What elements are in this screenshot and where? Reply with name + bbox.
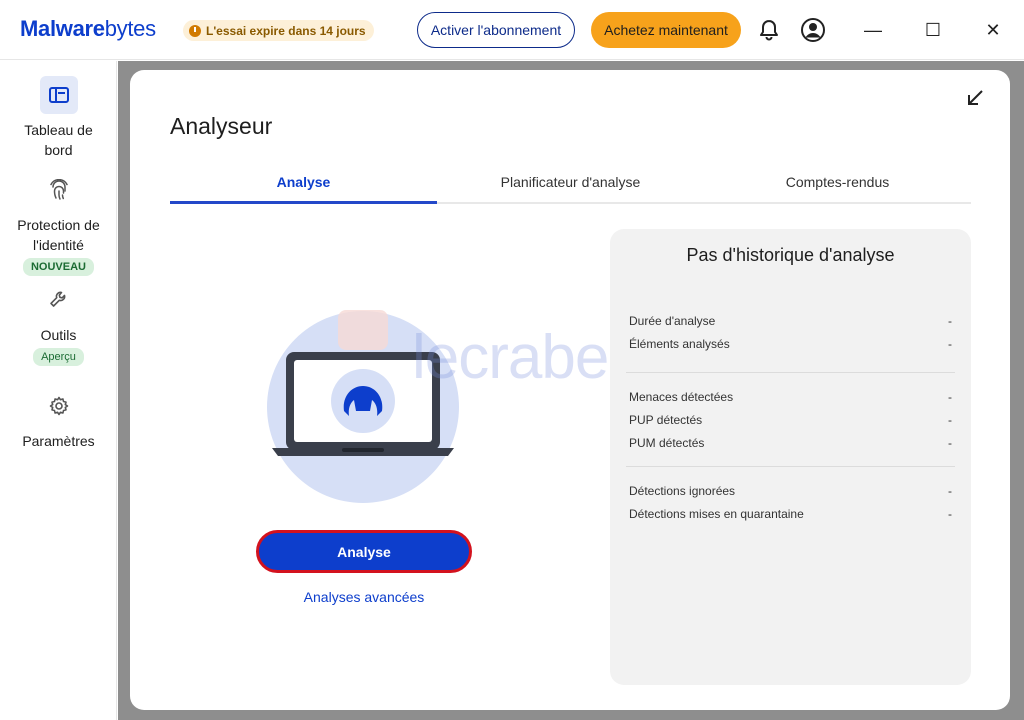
account-icon[interactable] [799,16,827,44]
fingerprint-icon [40,171,78,209]
history-row-label: PUM détectés [629,436,705,450]
history-row-label: Détections mises en quarantaine [629,507,804,521]
bell-icon[interactable] [755,16,783,44]
history-title: Pas d'historique d'analyse [686,245,895,265]
history-row: PUM détectés - [629,436,952,450]
tab-scan[interactable]: Analyse [170,170,437,204]
activate-subscription-button[interactable]: Activer l'abonnement [417,12,575,48]
sidebar-item-identity-protection[interactable]: Protection de l'identité NOUVEAU [0,171,117,276]
close-button[interactable]: ✕ [978,15,1008,45]
history-row-value: - [948,337,952,351]
buy-now-button[interactable]: Achetez maintenant [591,12,741,48]
history-row: PUP détectés - [629,413,952,427]
tab-scan-scheduler[interactable]: Planificateur d'analyse [437,170,704,202]
dashboard-icon [39,76,78,114]
wrench-icon [40,281,78,319]
history-row: Éléments analysés - [629,337,952,351]
trial-text: L'essai expire dans 14 jours [206,23,366,38]
history-row-value: - [948,390,952,404]
history-row: Détections mises en quarantaine - [629,507,952,521]
minimize-button[interactable]: — [858,15,888,45]
logo-text-rest: bytes [104,16,156,41]
new-badge: NOUVEAU [22,258,94,276]
scanner-tabs: Analyse Planificateur d'analyse Comptes-… [170,170,971,204]
history-row-value: - [948,484,952,498]
sidebar-item-label: Protection de l'identité [17,217,100,253]
sidebar-item-label: Paramètres [22,433,95,449]
trial-badge: L'essai expire dans 14 jours [183,20,374,41]
history-divider [626,372,955,373]
sidebar-item-tools[interactable]: Outils Aperçu [0,281,117,366]
history-row-value: - [948,436,952,450]
clock-icon [189,24,201,37]
laptop-illustration [266,310,460,504]
sidebar-item-settings[interactable]: Paramètres [0,387,117,451]
history-row-label: Détections ignorées [629,484,736,498]
history-row-label: Menaces détectées [629,390,734,404]
collapse-arrow-icon[interactable] [965,88,985,108]
history-row-label: Durée d'analyse [629,314,716,328]
logo-text-bold: Malware [20,16,105,41]
history-row-value: - [948,314,952,328]
history-row: Menaces détectées - [629,390,952,404]
preview-badge: Aperçu [33,348,84,366]
sidebar-item-label: Tableau de bord [24,122,93,158]
maximize-button[interactable]: ☐ [918,15,948,45]
title-bar: Malware bytes L'essai expire dans 14 jour… [0,0,1024,60]
sidebar-item-dashboard[interactable]: Tableau de bord [0,76,117,160]
sidebar: Tableau de bord Protection de l'identité… [0,61,117,720]
history-row-label: PUP détectés [629,413,703,427]
history-row-value: - [948,507,952,521]
history-row: Durée d'analyse - [629,314,952,328]
scan-history-panel: Pas d'historique d'analyse Durée d'analy… [610,229,971,685]
page-title: Analyseur [170,113,273,139]
advanced-scans-link[interactable]: Analyses avancées [256,589,472,605]
sidebar-item-label: Outils [40,327,77,343]
scan-button[interactable]: Analyse [256,530,472,573]
gear-icon [40,387,78,425]
history-row: Détections ignorées - [629,484,952,498]
history-row-label: Éléments analysés [629,337,730,351]
history-row-value: - [948,413,952,427]
history-divider [626,466,955,467]
malwarebytes-logo: Malware bytes [20,16,156,42]
tab-reports[interactable]: Comptes-rendus [704,170,971,202]
